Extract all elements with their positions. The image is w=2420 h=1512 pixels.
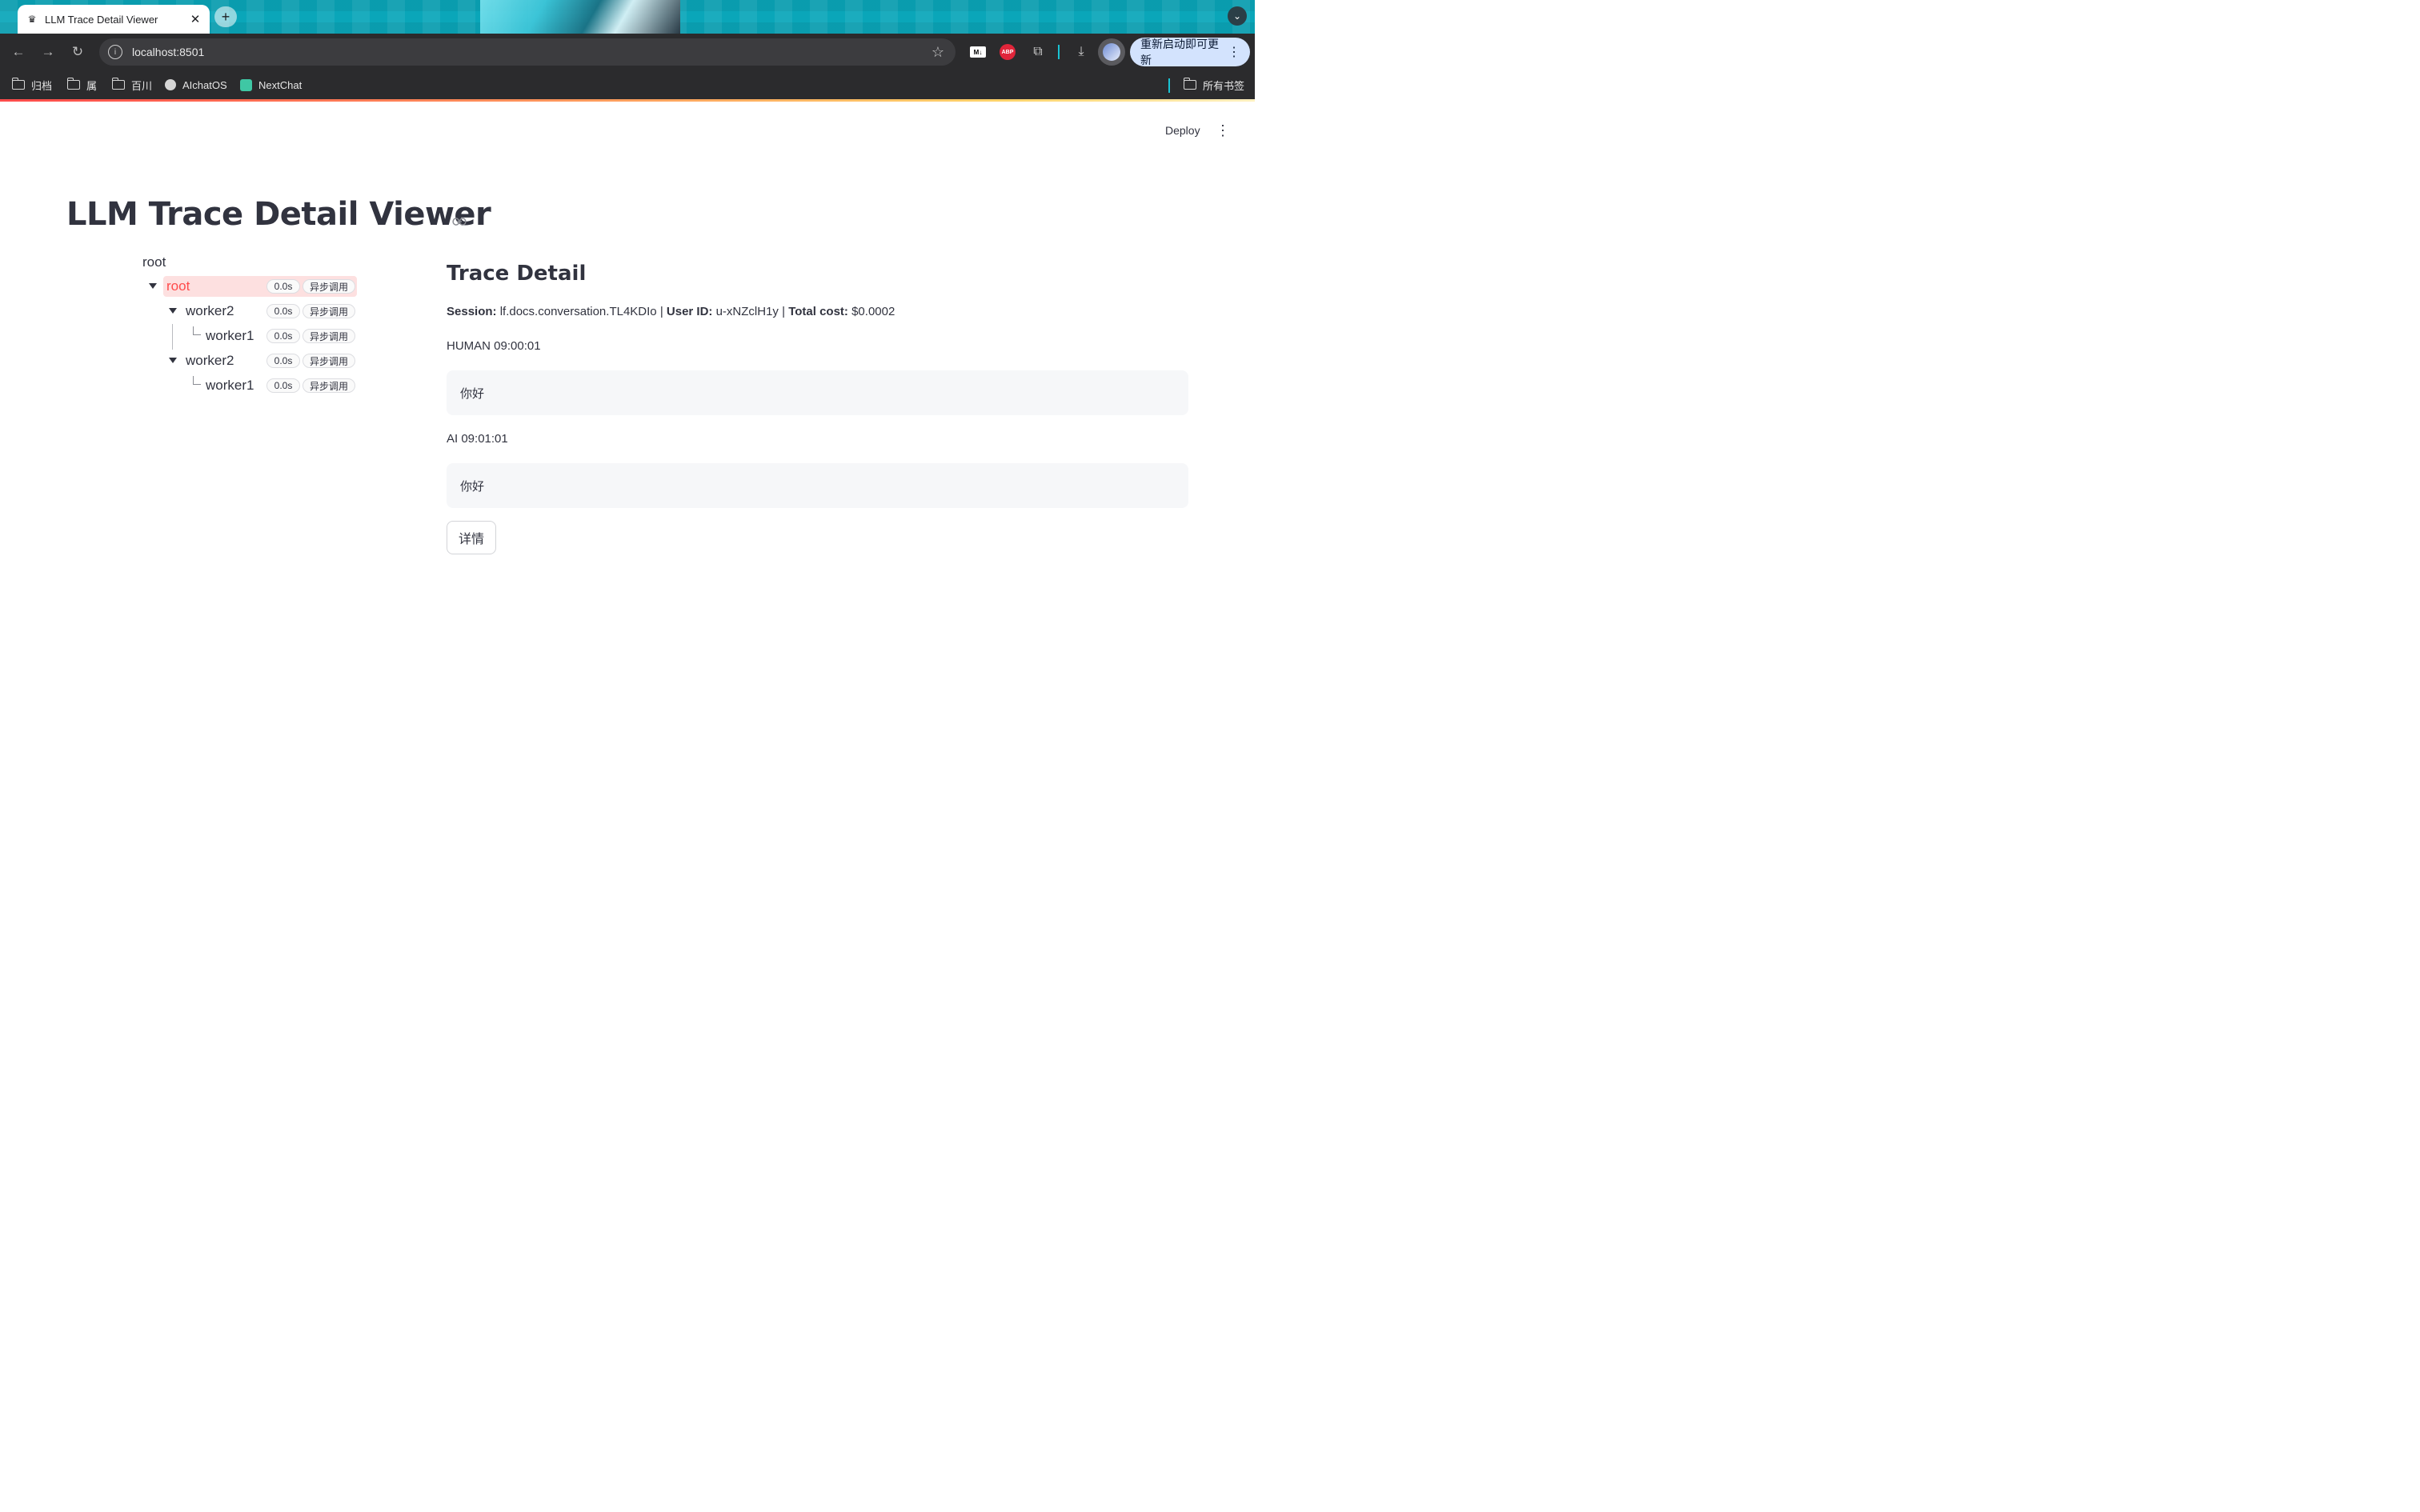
back-arrow-icon[interactable]: ←: [9, 42, 28, 62]
bookmark-item[interactable]: 百川: [111, 78, 153, 92]
reload-icon[interactable]: ↻: [68, 42, 87, 62]
total-cost-label: Total cost:: [788, 305, 848, 318]
expand-caret-icon[interactable]: [169, 308, 177, 314]
meta-separator: |: [659, 305, 663, 318]
total-cost-value: $0.0002: [851, 305, 895, 318]
tree-node-root[interactable]: root 0.0s 异步调用: [163, 276, 357, 297]
folder-icon: [66, 78, 80, 90]
all-bookmarks-label: 所有书签: [1203, 79, 1245, 92]
tab-strip: ♛ LLM Trace Detail Viewer ✕ + ⌄: [0, 0, 1255, 34]
tree-node-label: worker1: [206, 328, 254, 343]
download-icon[interactable]: ⤓: [1072, 42, 1090, 62]
bookmark-item[interactable]: 归档: [11, 78, 53, 92]
expand-caret-icon[interactable]: [169, 358, 177, 363]
tree-node-worker1[interactable]: worker1 0.0s 异步调用: [202, 375, 357, 396]
toolbar-divider: [1058, 45, 1060, 59]
markdown-extension-icon[interactable]: M↓: [970, 46, 986, 58]
message-header: HUMAN 09:00:01: [447, 339, 541, 353]
all-bookmarks[interactable]: 所有书签: [1183, 78, 1245, 92]
meta-separator: |: [782, 305, 786, 318]
async-tag-badge: 异步调用: [302, 329, 355, 343]
bookmark-label: NextChat: [258, 78, 302, 91]
tree-node-label: worker1: [206, 378, 254, 393]
address-bar[interactable]: i localhost:8501 ☆: [99, 38, 956, 66]
expand-caret-icon[interactable]: [149, 283, 157, 289]
deploy-button[interactable]: Deploy: [1159, 121, 1207, 140]
bookmark-label: 百川: [131, 79, 153, 92]
nextchat-icon: [240, 78, 252, 91]
async-tag-badge: 异步调用: [302, 354, 355, 368]
tree-node-label: worker2: [186, 353, 234, 368]
session-label: Session:: [447, 305, 497, 318]
trace-meta: Session: lf.docs.conversation.TL4KDIo | …: [447, 305, 895, 318]
message-header: AI 09:01:01: [447, 432, 508, 446]
site-info-icon[interactable]: i: [108, 45, 122, 59]
bookmark-item[interactable]: 属: [66, 78, 98, 92]
main-menu-icon[interactable]: ⋮: [1215, 121, 1231, 140]
folder-icon: [111, 78, 125, 90]
kebab-menu-icon[interactable]: ⋮: [1228, 44, 1240, 60]
anchor-link-icon[interactable]: [452, 217, 467, 226]
tree-guide-line: [172, 324, 173, 350]
details-button[interactable]: 详情: [447, 521, 496, 554]
message-content: 你好: [460, 386, 485, 401]
browser-toolbar: ← → ↻ i localhost:8501 ☆ M↓ ABP ⧉ ⤓ 重新启动…: [0, 34, 1255, 70]
bookmarks-divider: [1168, 78, 1170, 93]
tree-node-worker2[interactable]: worker2 0.0s 异步调用: [182, 350, 357, 371]
browser-tab[interactable]: ♛ LLM Trace Detail Viewer ✕: [18, 5, 210, 34]
close-tab-icon[interactable]: ✕: [186, 10, 205, 29]
tree-node-label: root: [166, 278, 190, 294]
user-id-value: u-xNZclH1y: [715, 305, 779, 318]
user-id-label: User ID:: [666, 305, 713, 318]
page-title: LLM Trace Detail Viewer: [66, 196, 491, 233]
streamlit-crown-icon: ♛: [27, 14, 37, 25]
bookmark-item[interactable]: AIchatOS: [165, 78, 227, 92]
async-tag-badge: 异步调用: [302, 279, 355, 294]
extensions-puzzle-icon[interactable]: ⧉: [1029, 42, 1047, 62]
message-content: 你好: [460, 479, 485, 494]
detail-title: Trace Detail: [447, 262, 587, 286]
streamlit-app: Deploy ⋮ LLM Trace Detail Viewer root ro…: [0, 102, 1255, 756]
tree-node-label: worker2: [186, 303, 234, 318]
forward-arrow-icon[interactable]: →: [38, 42, 58, 62]
tab-search-icon[interactable]: ⌄: [1228, 6, 1247, 26]
tree-elbow-connector: [193, 376, 201, 385]
theme-artwork: [480, 0, 680, 34]
duration-badge: 0.0s: [266, 378, 300, 393]
bookmark-star-icon[interactable]: ☆: [932, 44, 944, 61]
duration-badge: 0.0s: [266, 354, 300, 368]
message-box: 你好: [447, 370, 1188, 415]
avatar-image: [1103, 43, 1120, 61]
async-tag-badge: 异步调用: [302, 304, 355, 318]
update-button[interactable]: 重新启动即可更新 ⋮: [1130, 38, 1250, 66]
update-button-label: 重新启动即可更新: [1140, 38, 1219, 66]
tree-elbow-connector: [193, 326, 201, 335]
folder-icon: [11, 78, 25, 90]
new-tab-button[interactable]: +: [214, 6, 237, 27]
adblock-extension-icon[interactable]: ABP: [1000, 44, 1016, 60]
bookmark-label: 属: [86, 79, 98, 92]
url-text[interactable]: localhost:8501: [132, 46, 932, 58]
profile-avatar[interactable]: [1098, 38, 1125, 66]
duration-badge: 0.0s: [266, 304, 300, 318]
folder-icon: [1183, 78, 1196, 90]
duration-badge: 0.0s: [266, 279, 300, 294]
message-box: 你好: [447, 463, 1188, 508]
bookmarks-bar: 归档 属 百川 AIchatOS NextChat 所有书签: [0, 70, 1255, 99]
tree-node-worker1[interactable]: worker1 0.0s 异步调用: [202, 326, 357, 346]
bookmark-item[interactable]: NextChat: [240, 78, 302, 92]
globe-icon: [165, 79, 176, 90]
tab-title: LLM Trace Detail Viewer: [45, 13, 158, 26]
tree-node-worker2[interactable]: worker2 0.0s 异步调用: [182, 301, 357, 322]
session-value: lf.docs.conversation.TL4KDIo: [499, 305, 657, 318]
async-tag-badge: 异步调用: [302, 378, 355, 393]
bookmark-label: AIchatOS: [182, 78, 227, 91]
bookmark-label: 归档: [31, 79, 53, 92]
duration-badge: 0.0s: [266, 329, 300, 343]
tree-header: root: [142, 254, 166, 270]
